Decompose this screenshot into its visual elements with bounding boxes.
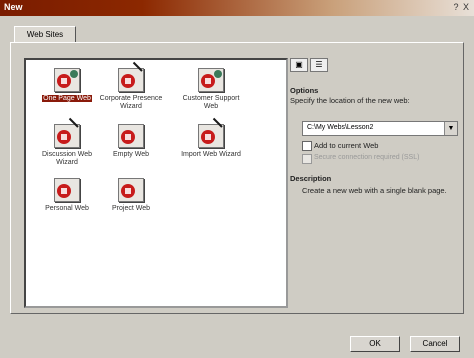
template-import-web-wizard[interactable]: Import Web Wizard (176, 117, 246, 159)
cancel-button[interactable]: Cancel (410, 336, 460, 352)
template-discussion-web-wizard[interactable]: Discussion Web Wizard (32, 117, 102, 167)
add-to-current-web-checkbox[interactable] (302, 141, 312, 151)
template-one-page-web[interactable]: One Page Web (32, 68, 102, 103)
web-template-icon (118, 178, 144, 202)
large-icons-view-icon[interactable]: ▣ (290, 58, 308, 72)
template-customer-support-web[interactable]: Customer Support Web (176, 68, 246, 111)
template-label: Empty Web (112, 151, 150, 158)
template-label: Discussion Web Wizard (41, 151, 93, 166)
title-bar: New ? X (0, 0, 474, 16)
web-template-icon (118, 124, 144, 148)
location-label: Specify the location of the new web: (290, 96, 410, 105)
window-title: New (4, 2, 23, 12)
template-label: Customer Support Web (182, 95, 240, 110)
web-template-icon (198, 68, 224, 92)
ok-button[interactable]: OK (350, 336, 400, 352)
location-combo[interactable]: C:\My Webs\Lesson2 ▼ (302, 121, 458, 136)
template-label: Personal Web (45, 205, 89, 212)
template-empty-web[interactable]: Empty Web (96, 124, 166, 159)
template-project-web[interactable]: Project Web (96, 178, 166, 213)
template-list[interactable]: One Page Web Corporate Presence Wizard C… (24, 58, 288, 308)
options-header: Options (290, 86, 319, 95)
view-toggle: ▣ ☰ (290, 58, 330, 72)
new-dialog: New ? X Web Sites One Page Web Corporate… (0, 0, 474, 358)
template-label: Import Web Wizard (181, 151, 241, 158)
template-label: Project Web (112, 205, 150, 212)
secure-connection-label: Secure connection required (SSL) (314, 154, 420, 161)
template-corporate-presence-wizard[interactable]: Corporate Presence Wizard (96, 61, 166, 111)
help-close-buttons[interactable]: ? X (453, 2, 470, 12)
tab-web-sites[interactable]: Web Sites (14, 26, 76, 43)
description-text: Create a new web with a single blank pag… (302, 186, 447, 195)
web-template-icon (54, 178, 80, 202)
wizard-template-icon (118, 61, 144, 92)
template-personal-web[interactable]: Personal Web (32, 178, 102, 213)
wizard-template-icon (198, 117, 224, 148)
chevron-down-icon[interactable]: ▼ (444, 122, 457, 135)
location-value: C:\My Webs\Lesson2 (307, 124, 374, 131)
list-view-icon[interactable]: ☰ (310, 58, 328, 72)
wizard-template-icon (54, 117, 80, 148)
add-to-current-web-label: Add to current Web (314, 141, 379, 150)
template-label: One Page Web (42, 95, 92, 102)
template-label: Corporate Presence Wizard (99, 95, 163, 110)
secure-connection-checkbox (302, 154, 312, 164)
web-template-icon (54, 68, 80, 92)
description-header: Description (290, 174, 332, 183)
